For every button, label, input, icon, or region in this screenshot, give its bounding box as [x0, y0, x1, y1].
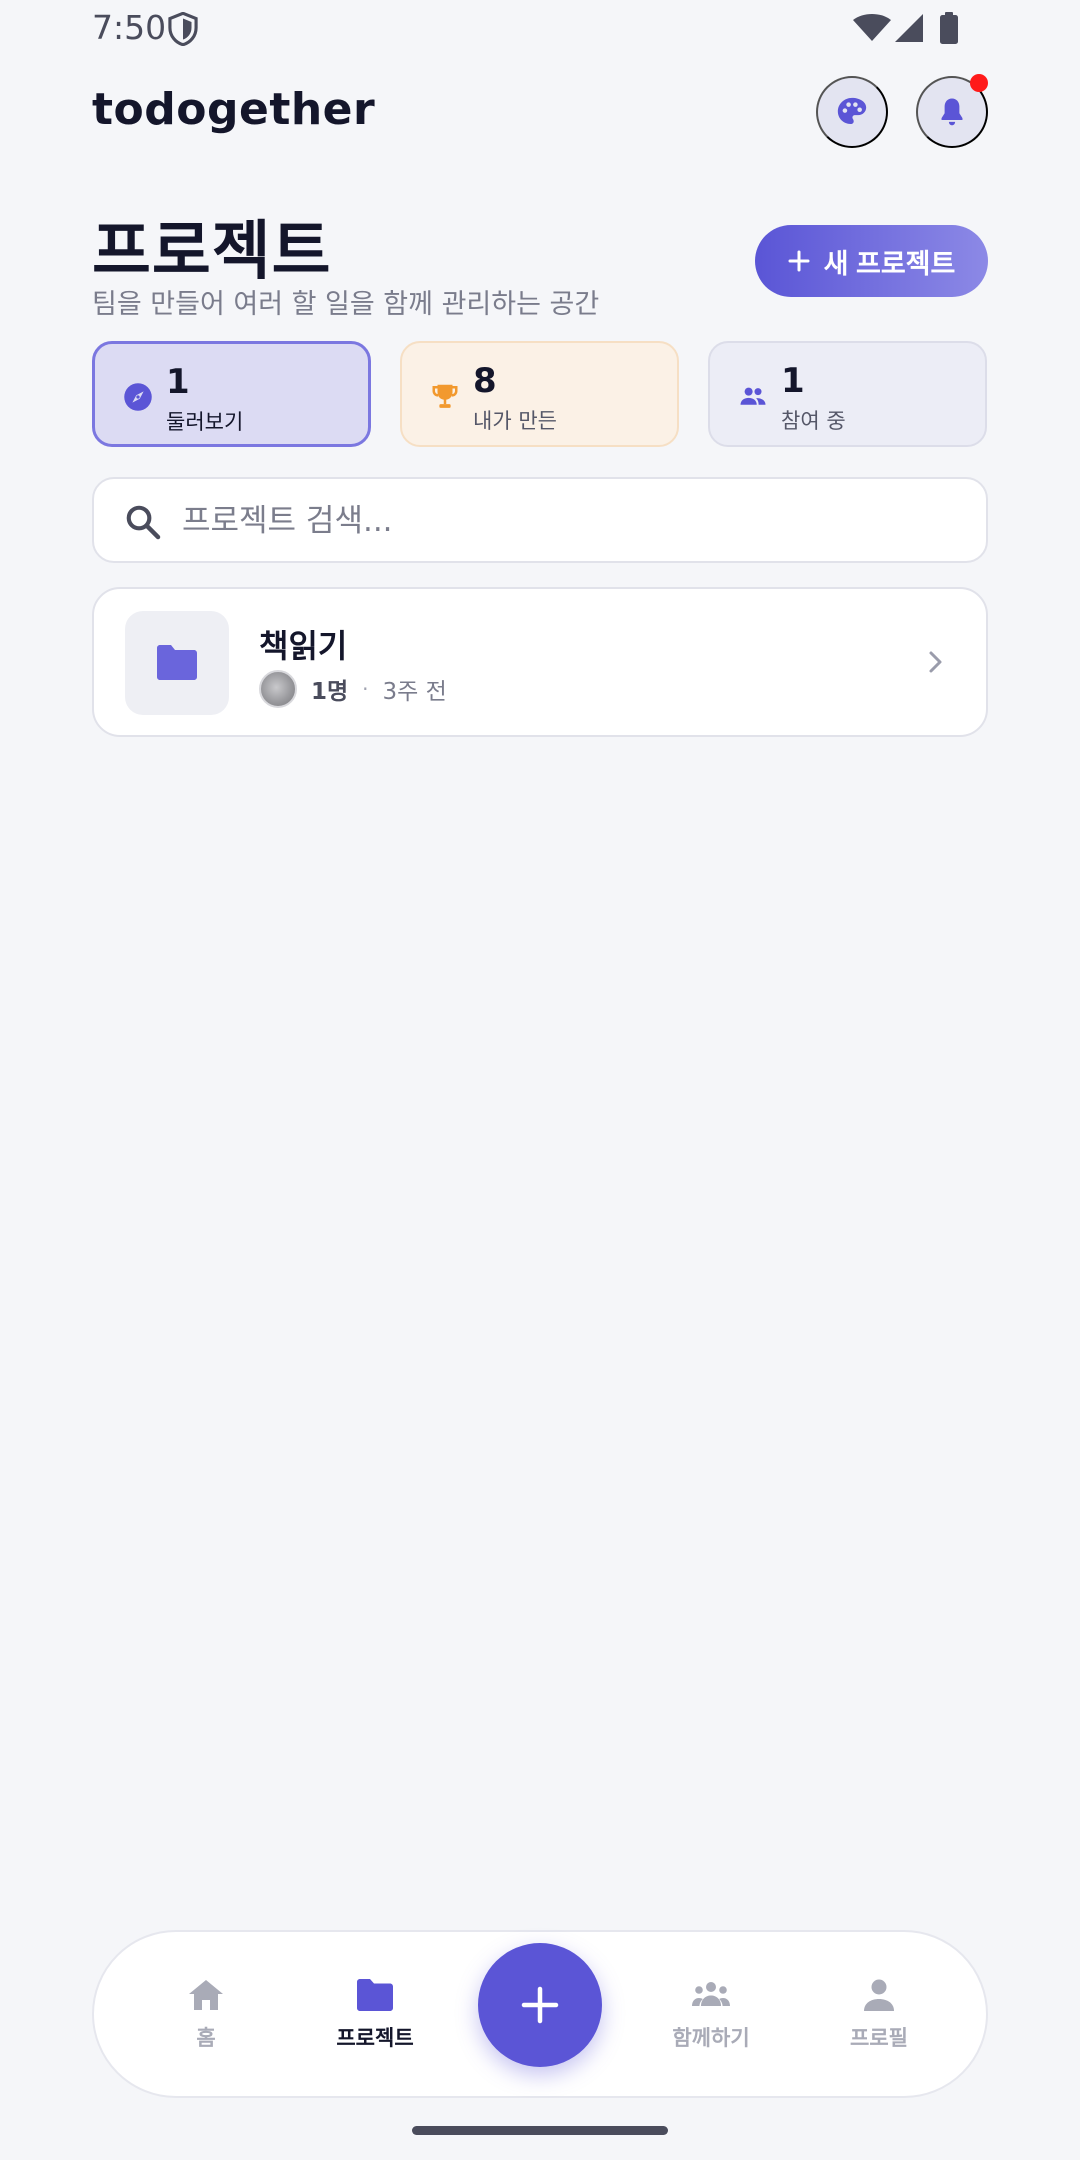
stat-label: 둘러보기 — [166, 410, 244, 434]
projects-screen: 7:50 todogether 프로젝트 팀을 만들어 여러 할 일을 함께 관… — [0, 0, 1080, 2160]
meta-separator: · — [362, 677, 369, 701]
trophy-icon — [432, 384, 458, 408]
member-count: 1명 — [311, 679, 349, 705]
add-fab-button[interactable] — [478, 1943, 602, 2067]
folder-icon — [357, 1979, 393, 2011]
page-subtitle: 팀을 만들어 여러 할 일을 함께 관리하는 공간 — [92, 289, 600, 320]
plus-icon — [521, 1986, 559, 2024]
chevron-right-icon — [929, 651, 942, 673]
palette-icon — [837, 97, 867, 125]
project-meta: 1명 · 3주 전 — [259, 669, 447, 709]
person-icon — [864, 1979, 894, 2011]
nav-item-projects[interactable]: 프로젝트 — [300, 1978, 450, 2052]
nav-label: 홈 — [196, 2026, 216, 2050]
nav-label: 함께하기 — [672, 2026, 750, 2050]
project-list-item[interactable]: 책읽기 1명 · 3주 전 — [92, 587, 988, 737]
nav-item-home[interactable]: 홈 — [131, 1978, 281, 2052]
member-avatar — [259, 670, 297, 708]
stat-card-joined[interactable]: 1 참여 중 — [708, 341, 987, 447]
theme-palette-button[interactable] — [816, 76, 888, 148]
battery-icon — [940, 12, 958, 44]
bell-icon — [941, 98, 963, 126]
new-project-label: 새 프로젝트 — [823, 248, 956, 279]
nav-label: 프로젝트 — [336, 2026, 414, 2050]
group-icon — [740, 387, 766, 405]
stat-card-mine[interactable]: 8 내가 만든 — [400, 341, 679, 447]
home-indicator[interactable] — [412, 2126, 668, 2135]
nav-label: 프로필 — [850, 2026, 908, 2050]
status-bar: 7:50 — [0, 0, 1080, 56]
stat-value: 8 — [473, 361, 497, 401]
project-updated: 3주 전 — [382, 679, 447, 705]
search-input[interactable] — [182, 493, 962, 549]
search-box[interactable] — [92, 477, 988, 563]
notifications-button[interactable] — [916, 74, 988, 148]
new-project-button[interactable]: 새 프로젝트 — [755, 225, 988, 297]
stat-value: 1 — [166, 362, 190, 402]
project-name: 책읽기 — [259, 627, 348, 665]
page-title: 프로젝트 — [92, 215, 332, 289]
compass-icon — [124, 383, 152, 411]
search-icon — [126, 505, 161, 540]
group-icon — [692, 1982, 730, 2006]
status-time: 7:50 — [92, 8, 167, 47]
signal-icon — [895, 14, 923, 42]
stat-value: 1 — [781, 361, 805, 401]
folder-icon — [157, 645, 197, 680]
shield-icon — [168, 12, 198, 46]
wifi-icon — [853, 14, 891, 41]
nav-item-together[interactable]: 함께하기 — [636, 1978, 786, 2052]
home-icon — [189, 1980, 223, 2010]
plus-icon — [788, 250, 810, 272]
stat-label: 참여 중 — [781, 409, 846, 433]
stat-card-browse[interactable]: 1 둘러보기 — [92, 341, 371, 447]
stat-label: 내가 만든 — [473, 409, 557, 433]
project-thumbnail — [125, 611, 229, 715]
notification-badge — [970, 74, 988, 92]
app-title: todogether — [92, 84, 376, 135]
nav-item-profile[interactable]: 프로필 — [804, 1978, 954, 2052]
